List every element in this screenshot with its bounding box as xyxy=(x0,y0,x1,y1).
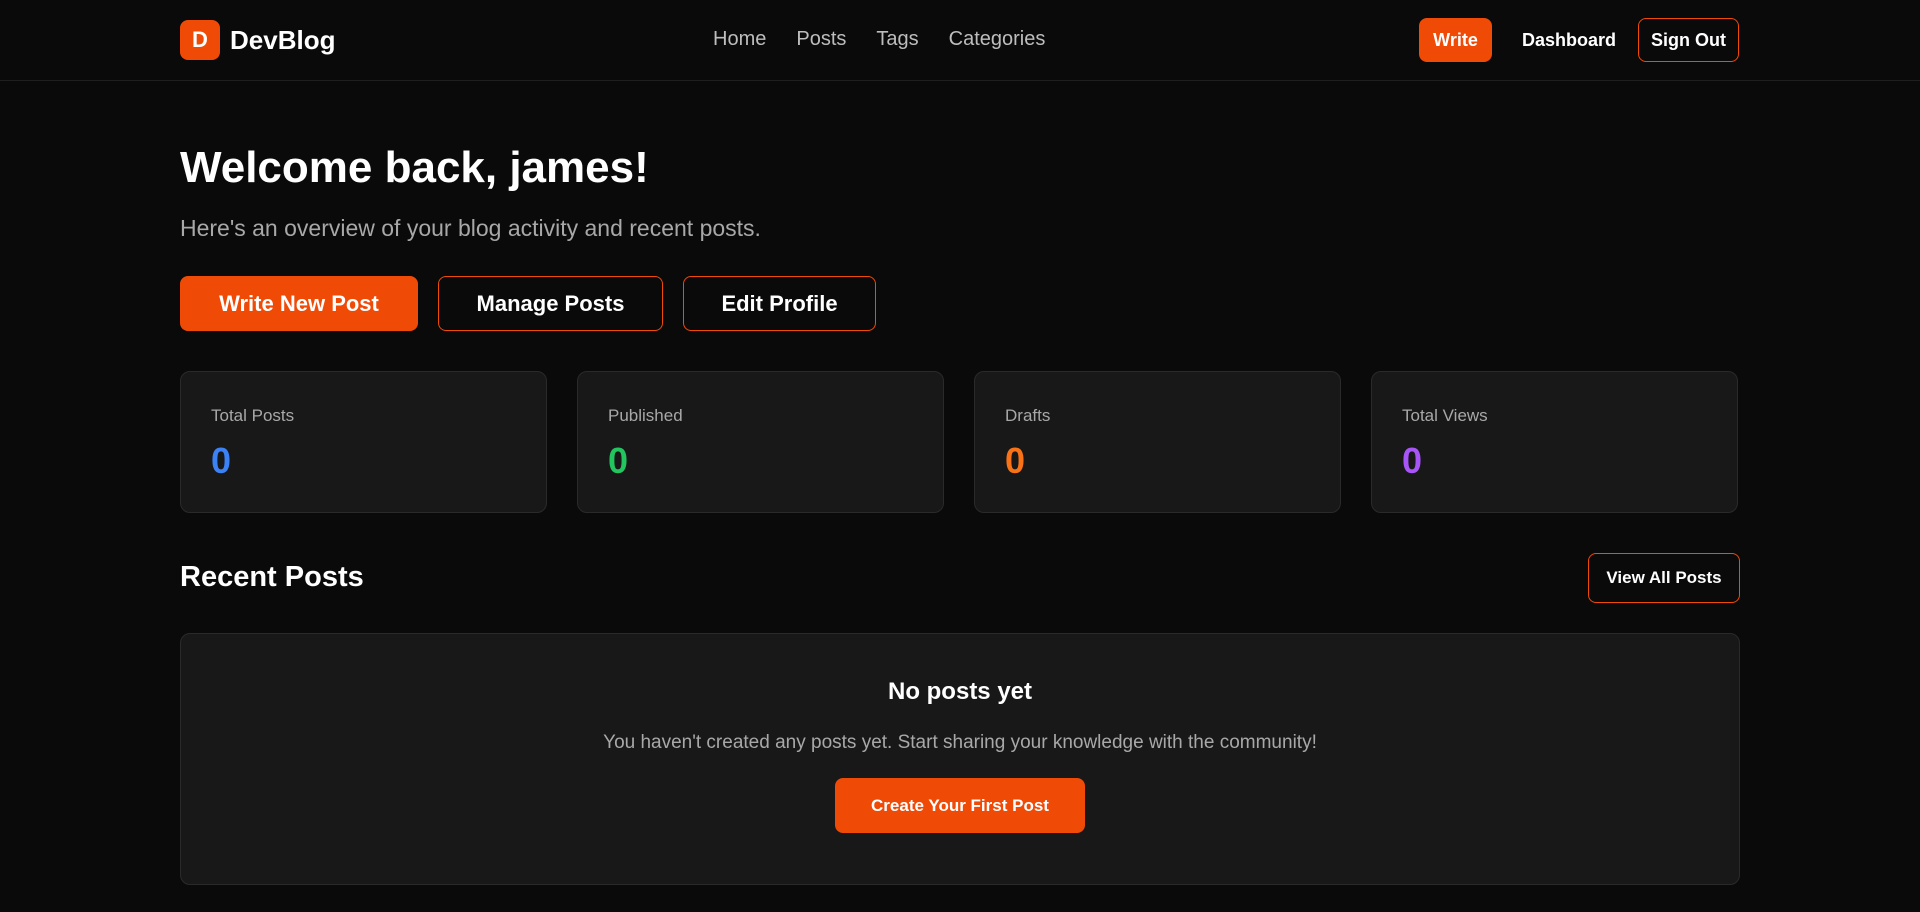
stat-card-drafts: Drafts 0 xyxy=(974,371,1341,513)
view-all-posts-button[interactable]: View All Posts xyxy=(1588,553,1740,603)
stat-card-total-posts: Total Posts 0 xyxy=(180,371,547,513)
nav-home[interactable]: Home xyxy=(713,28,766,51)
stat-label: Total Posts xyxy=(211,406,295,425)
quick-actions: Write New Post Manage Posts Edit Profile xyxy=(180,276,876,331)
stat-label: Total Views xyxy=(1402,406,1488,425)
nav-categories[interactable]: Categories xyxy=(949,28,1046,51)
stat-value: 0 xyxy=(608,440,629,481)
stat-value: 0 xyxy=(1402,440,1423,481)
stat-label: Published xyxy=(608,406,683,425)
empty-state-title: No posts yet xyxy=(887,678,1033,705)
stat-value: 0 xyxy=(211,440,232,481)
stat-value: 0 xyxy=(1005,440,1026,481)
stat-card-published: Published 0 xyxy=(577,371,944,513)
sign-out-button[interactable]: Sign Out xyxy=(1638,18,1739,62)
nav-posts[interactable]: Posts xyxy=(796,28,846,51)
brand-logo[interactable]: D DevBlog xyxy=(180,20,335,60)
manage-posts-button[interactable]: Manage Posts xyxy=(438,276,663,331)
brand-name: DevBlog xyxy=(230,24,336,55)
empty-posts-panel: No posts yet You haven't created any pos… xyxy=(180,633,1740,885)
stat-card-total-views: Total Views 0 xyxy=(1371,371,1738,513)
page-title: Welcome back, james! xyxy=(180,143,649,192)
nav-tags[interactable]: Tags xyxy=(876,28,918,51)
create-first-post-button[interactable]: Create Your First Post xyxy=(835,778,1085,833)
stats-row: Total Posts 0 Published 0 Drafts 0 Total… xyxy=(180,371,1738,513)
edit-profile-button[interactable]: Edit Profile xyxy=(683,276,876,331)
main-nav: Home Posts Tags Categories xyxy=(713,28,1045,51)
recent-posts-heading: Recent Posts xyxy=(180,561,364,593)
dashboard-link[interactable]: Dashboard xyxy=(1522,30,1616,51)
stat-label: Drafts xyxy=(1005,406,1051,425)
write-button[interactable]: Write xyxy=(1419,18,1492,62)
logo-icon: D xyxy=(180,20,220,60)
top-navbar: D DevBlog Home Posts Tags Categories Wri… xyxy=(0,0,1920,81)
page-subtitle: Here's an overview of your blog activity… xyxy=(180,215,761,241)
write-new-post-button[interactable]: Write New Post xyxy=(180,276,418,331)
empty-state-text: You haven't created any posts yet. Start… xyxy=(603,732,1317,753)
